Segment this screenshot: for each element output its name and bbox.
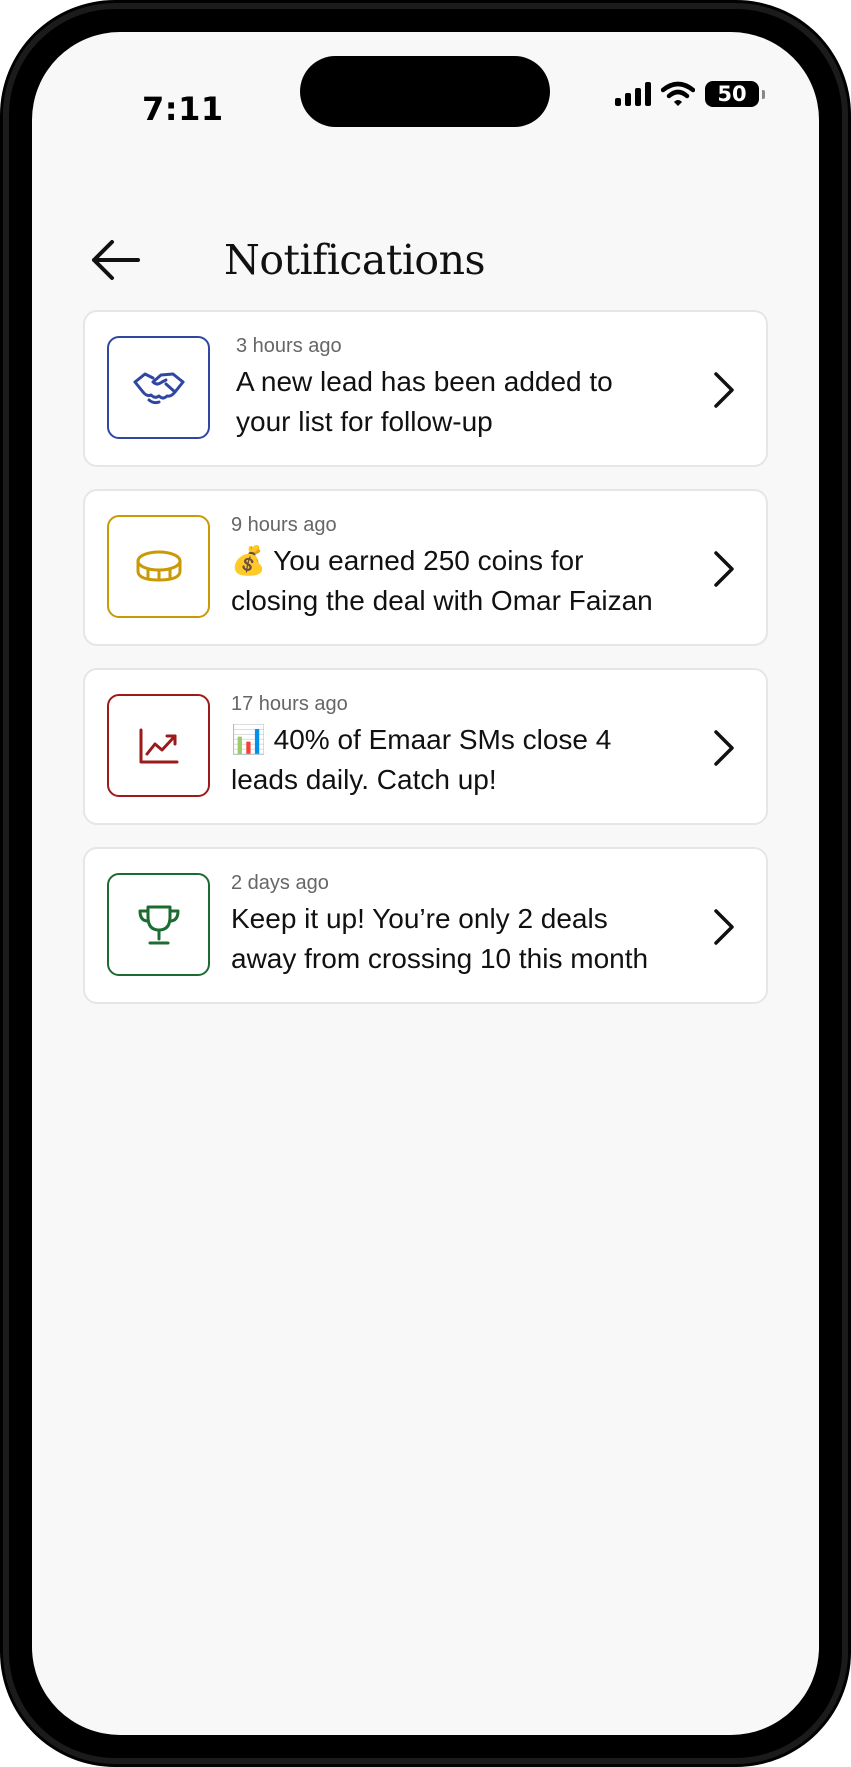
chart-up-icon: [139, 728, 178, 763]
notification-time: 9 hours ago: [231, 514, 337, 536]
dynamic-island: [300, 56, 550, 127]
notification-icon-box: [107, 336, 210, 439]
notification-text: 💰 You earned 250 coins for closing the d…: [231, 545, 653, 616]
notification-text: Keep it up! You’re only 2 deals away fro…: [231, 903, 649, 974]
cellular-signal-icon: [615, 82, 651, 106]
coin-icon: [136, 550, 181, 581]
notification-text: 📊 40% of Emaar SMs close 4 leads daily. …: [231, 724, 612, 795]
trophy-icon: [138, 905, 179, 944]
notification-card[interactable]: 3 hours ago A new lead has been added to…: [83, 310, 768, 467]
back-arrow-icon[interactable]: [88, 238, 142, 282]
chevron-right-icon: [714, 551, 734, 587]
notification-time: 3 hours ago: [236, 335, 342, 357]
notification-time: 17 hours ago: [231, 693, 348, 715]
notification-icon-box: [107, 515, 210, 618]
page-header: Notifications: [88, 216, 779, 312]
handshake-icon: [133, 372, 184, 404]
notification-text: A new lead has been added to your list f…: [236, 366, 613, 437]
page-title: Notifications: [224, 236, 486, 284]
notification-icon-box: [107, 694, 210, 797]
notification-card[interactable]: 17 hours ago 📊 40% of Emaar SMs close 4 …: [83, 668, 768, 825]
screen: 7:11 50 Notifications 3 hours ago A new …: [32, 32, 819, 1735]
battery-level: 50: [717, 82, 747, 106]
notification-list: 3 hours ago A new lead has been added to…: [83, 310, 768, 1026]
notification-card[interactable]: 9 hours ago 💰 You earned 250 coins for c…: [83, 489, 768, 646]
chevron-right-icon: [714, 730, 734, 766]
phone-frame: 7:11 50 Notifications 3 hours ago A new …: [0, 0, 851, 1767]
notification-card[interactable]: 2 days ago Keep it up! You’re only 2 dea…: [83, 847, 768, 1004]
notification-time: 2 days ago: [231, 872, 329, 894]
notification-icon-box: [107, 873, 210, 976]
chevron-right-icon: [714, 909, 734, 945]
status-icons: 50: [615, 76, 765, 112]
wifi-icon: [661, 81, 695, 106]
status-time: 7:11: [142, 90, 224, 128]
battery-icon: 50: [705, 81, 765, 107]
chevron-right-icon: [714, 372, 734, 408]
